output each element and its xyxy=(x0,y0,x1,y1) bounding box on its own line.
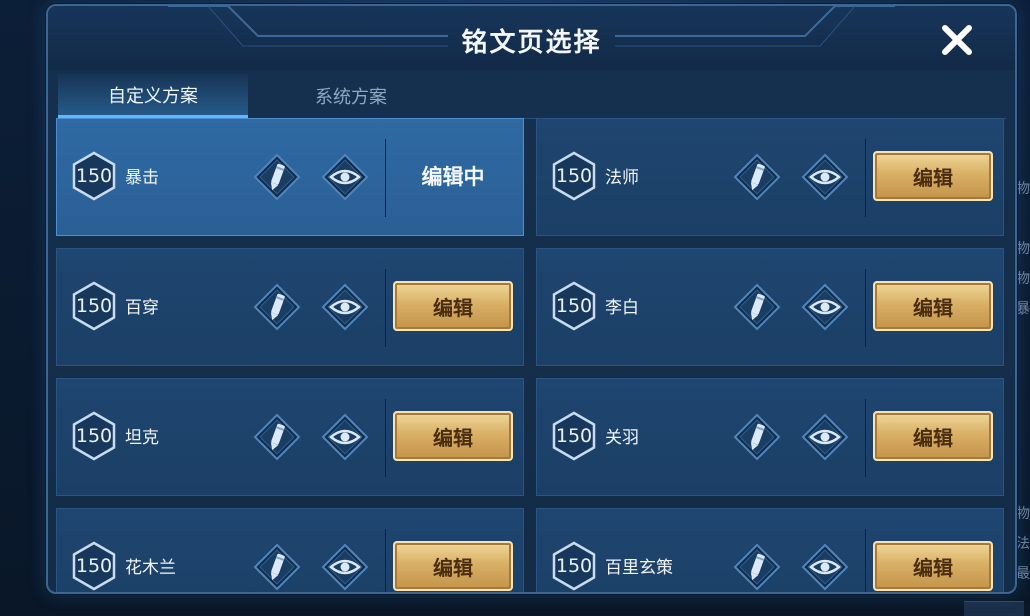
inscription-page-card[interactable]: 150 法师 编辑 xyxy=(536,118,1004,236)
bg-hint-5: 物 xyxy=(1016,506,1030,522)
bg-bottom-bar xyxy=(964,601,1024,616)
inscription-page-card[interactable]: 150 坦克 编辑 xyxy=(56,378,524,496)
level-number: 150 xyxy=(555,555,593,577)
preview-eye-icon[interactable] xyxy=(321,413,369,461)
bg-hint-6: 法 xyxy=(1016,536,1030,552)
rename-pencil-icon[interactable] xyxy=(733,413,781,461)
level-number: 150 xyxy=(555,425,593,447)
editing-status-label: 编辑中 xyxy=(421,165,485,189)
bg-hint-1: 物 xyxy=(1016,181,1030,197)
level-number: 150 xyxy=(75,555,113,577)
level-number: 150 xyxy=(555,165,593,187)
page-name: 百穿 xyxy=(125,298,159,318)
preview-eye-icon[interactable] xyxy=(801,543,849,591)
page-name: 法师 xyxy=(605,168,639,188)
page-name: 坦克 xyxy=(125,428,159,448)
card-divider xyxy=(865,529,866,592)
edit-button[interactable]: 编辑 xyxy=(873,281,993,331)
dialog-header: 铭文页选择 xyxy=(48,6,1015,70)
preview-eye-icon[interactable] xyxy=(321,283,369,331)
bg-hint-4: 暴 xyxy=(1016,301,1030,317)
level-badge: 150 xyxy=(549,411,599,461)
edit-button[interactable]: 编辑 xyxy=(873,411,993,461)
rename-pencil-icon[interactable] xyxy=(733,543,781,591)
level-badge: 150 xyxy=(69,541,119,591)
rename-pencil-icon[interactable] xyxy=(253,153,301,201)
level-badge: 150 xyxy=(549,541,599,591)
preview-eye-icon[interactable] xyxy=(801,153,849,201)
level-badge: 150 xyxy=(69,281,119,331)
inscription-page-card[interactable]: 150 暴击 编辑中 xyxy=(56,118,524,236)
bg-hint-7: 最 xyxy=(1016,566,1030,582)
inscription-page-card[interactable]: 150 百里玄策 编辑 xyxy=(536,508,1004,592)
close-icon[interactable] xyxy=(939,22,975,58)
edit-button[interactable]: 编辑 xyxy=(873,151,993,201)
bg-hint-3: 物 xyxy=(1016,271,1030,287)
card-divider xyxy=(385,399,386,477)
bg-hint-2: 物 xyxy=(1016,241,1030,257)
level-badge: 150 xyxy=(69,151,119,201)
preview-eye-icon[interactable] xyxy=(321,543,369,591)
page-name: 暴击 xyxy=(125,168,159,188)
tab-system-plan[interactable]: 系统方案 xyxy=(256,74,446,118)
card-divider xyxy=(385,529,386,592)
level-badge: 150 xyxy=(69,411,119,461)
tab-custom-plan[interactable]: 自定义方案 xyxy=(58,74,248,118)
rename-pencil-icon[interactable] xyxy=(733,283,781,331)
level-number: 150 xyxy=(75,165,113,187)
dialog-title: 铭文页选择 xyxy=(461,28,602,58)
level-number: 150 xyxy=(555,295,593,317)
edit-button[interactable]: 编辑 xyxy=(393,281,513,331)
edit-button[interactable]: 编辑 xyxy=(393,411,513,461)
rename-pencil-icon[interactable] xyxy=(253,283,301,331)
rename-pencil-icon[interactable] xyxy=(733,153,781,201)
inscription-page-card[interactable]: 150 百穿 编辑 xyxy=(56,248,524,366)
card-divider xyxy=(385,269,386,347)
page-name: 百里玄策 xyxy=(605,558,673,578)
page-name: 李白 xyxy=(605,298,639,318)
level-badge: 150 xyxy=(549,281,599,331)
rename-pencil-icon[interactable] xyxy=(253,413,301,461)
rename-pencil-icon[interactable] xyxy=(253,543,301,591)
card-divider xyxy=(865,269,866,347)
inscription-page-card[interactable]: 150 李白 编辑 xyxy=(536,248,1004,366)
page-name: 花木兰 xyxy=(125,558,176,578)
level-number: 150 xyxy=(75,295,113,317)
card-divider xyxy=(865,139,866,217)
card-divider xyxy=(865,399,866,477)
page-name: 关羽 xyxy=(605,428,639,448)
level-badge: 150 xyxy=(549,151,599,201)
level-number: 150 xyxy=(75,425,113,447)
preview-eye-icon[interactable] xyxy=(801,283,849,331)
card-divider xyxy=(385,139,386,217)
tab-bar: 自定义方案 系统方案 xyxy=(56,74,1006,119)
edit-button[interactable]: 编辑 xyxy=(873,541,993,591)
edit-button[interactable]: 编辑 xyxy=(393,541,513,591)
preview-eye-icon[interactable] xyxy=(801,413,849,461)
inscription-page-card[interactable]: 150 花木兰 编辑 xyxy=(56,508,524,592)
preview-eye-icon[interactable] xyxy=(321,153,369,201)
inscription-page-dialog: 铭文页选择 自定义方案 系统方案 150 暴击 编辑中 150 法师 编辑 15… xyxy=(46,4,1017,594)
inscription-page-card[interactable]: 150 关羽 编辑 xyxy=(536,378,1004,496)
